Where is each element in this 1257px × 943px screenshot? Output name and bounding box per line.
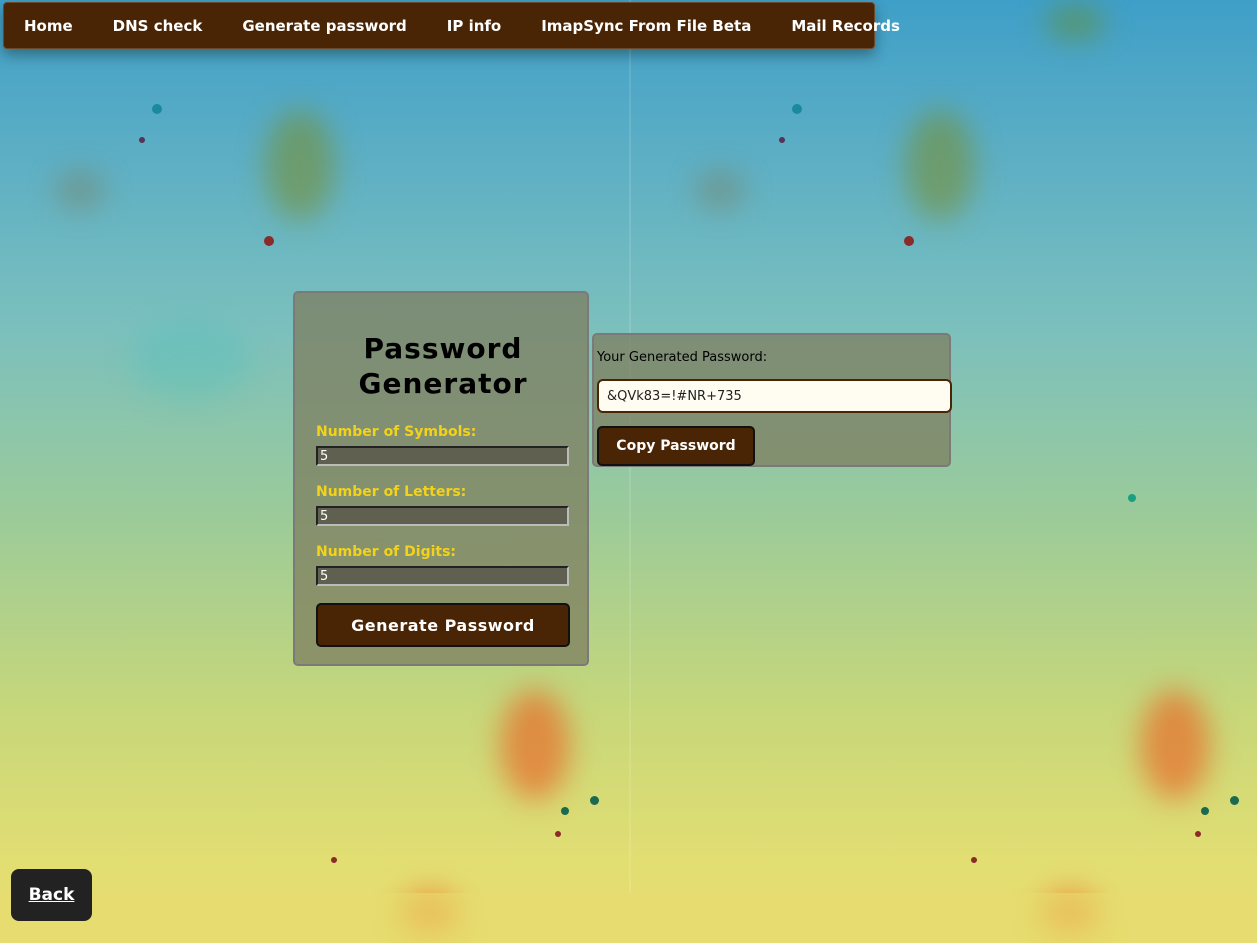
nav-generate-password[interactable]: Generate password	[222, 17, 426, 35]
page-title: Password Generator	[358, 332, 528, 400]
password-generator-panel: Password Generator Number of Symbols: Nu…	[293, 291, 589, 666]
nav-ip-info[interactable]: IP info	[427, 17, 521, 35]
generated-password-panel: Your Generated Password: Copy Password	[592, 333, 952, 467]
nav-imapsync-from-file-beta[interactable]: ImapSync From File Beta	[521, 17, 771, 35]
copy-password-button[interactable]: Copy Password	[597, 426, 755, 466]
letters-input[interactable]	[316, 506, 569, 526]
back-button[interactable]: Back	[11, 869, 92, 921]
background-image	[0, 0, 1257, 943]
top-navbar: Home DNS check Generate password IP info…	[3, 2, 900, 49]
nav-mail-records[interactable]: Mail Records	[771, 17, 920, 35]
nav-home[interactable]: Home	[4, 17, 93, 35]
generate-password-button[interactable]: Generate Password	[316, 603, 570, 647]
symbols-input[interactable]	[316, 446, 569, 466]
generated-password-field[interactable]	[597, 379, 952, 413]
digits-input[interactable]	[316, 566, 569, 586]
digits-label: Number of Digits:	[316, 544, 457, 560]
symbols-label: Number of Symbols:	[316, 424, 477, 440]
letters-label: Number of Letters:	[316, 484, 467, 500]
generated-password-label: Your Generated Password:	[597, 350, 768, 365]
nav-dns-check[interactable]: DNS check	[93, 17, 223, 35]
